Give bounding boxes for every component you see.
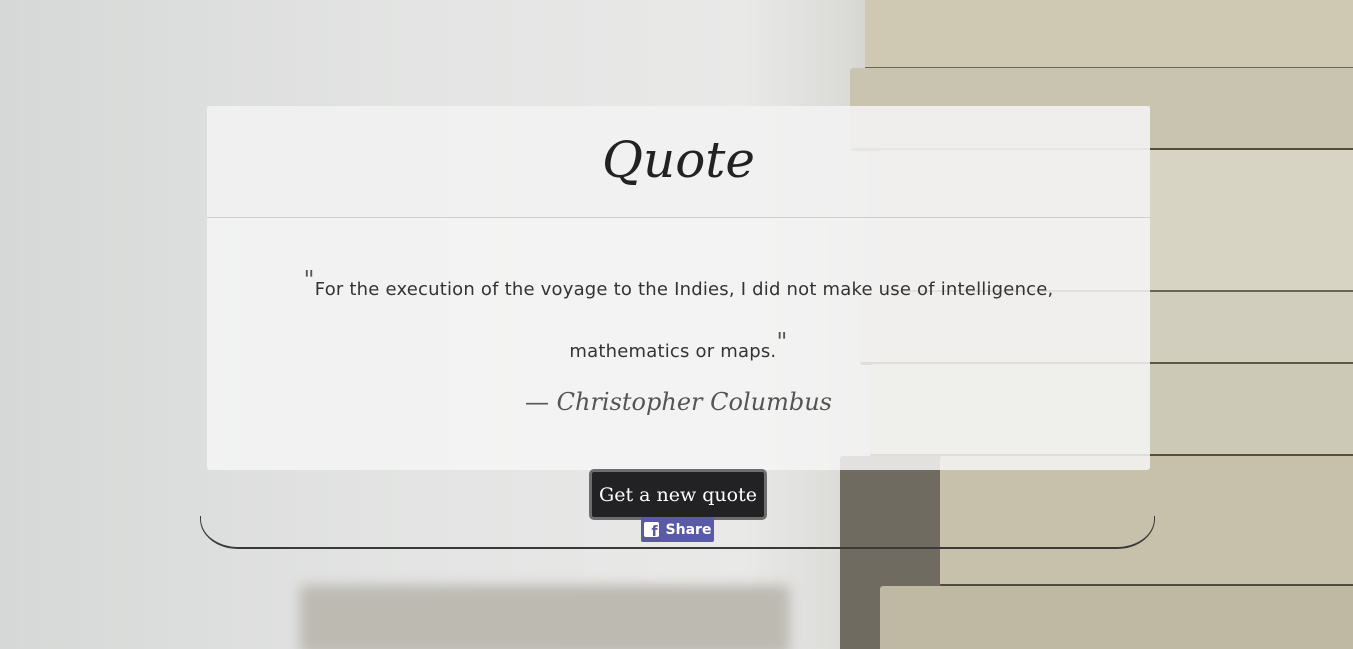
facebook-icon: f <box>643 522 659 539</box>
card-header: Quote <box>207 106 1150 218</box>
open-quote-mark: " <box>303 266 315 294</box>
share-label: Share <box>665 521 712 538</box>
quote-text: For the execution of the voyage to the I… <box>314 279 1054 362</box>
facebook-share-button[interactable]: f Share <box>641 517 714 542</box>
new-quote-button[interactable]: Get a new quote <box>589 469 767 520</box>
close-quote-mark: " <box>776 328 788 356</box>
quote-text-block: "For the execution of the voyage to the … <box>257 254 1100 378</box>
background-blur-shape <box>300 585 790 649</box>
quote-card: Quote "For the execution of the voyage t… <box>207 106 1150 470</box>
card-title: Quote <box>602 130 755 189</box>
quote-author: — Christopher Columbus <box>525 388 832 416</box>
